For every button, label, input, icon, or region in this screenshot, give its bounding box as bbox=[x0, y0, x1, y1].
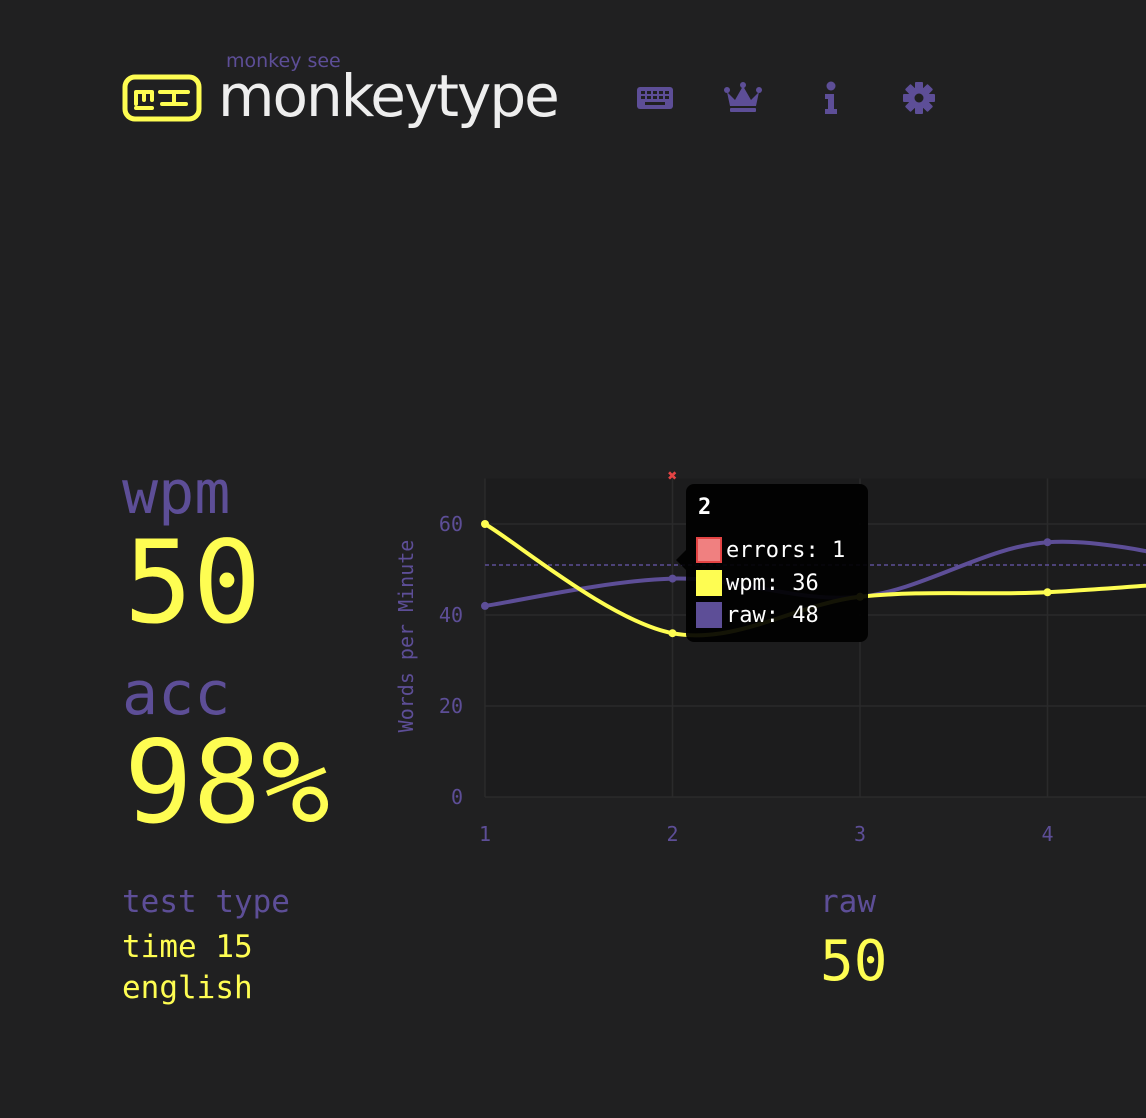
tooltip-row-raw: raw: 48 bbox=[696, 599, 819, 631]
x-tick-label: 4 bbox=[1041, 822, 1053, 846]
raw-label: raw bbox=[820, 884, 876, 920]
errors-swatch bbox=[696, 537, 722, 563]
acc-value: 98% bbox=[124, 716, 330, 849]
point-raw bbox=[481, 601, 489, 610]
tooltip-pointer bbox=[676, 550, 686, 570]
gear-icon[interactable] bbox=[899, 78, 939, 118]
y-tick-label: 20 bbox=[439, 694, 463, 718]
test-type-language: english bbox=[122, 970, 253, 1006]
y-tick-label: 0 bbox=[451, 785, 463, 809]
acc-label: acc bbox=[122, 659, 231, 729]
info-icon[interactable] bbox=[811, 78, 851, 118]
test-type-label: test type bbox=[122, 884, 290, 920]
x-tick-label: 1 bbox=[479, 822, 491, 846]
tooltip-row-wpm: wpm: 36 bbox=[696, 567, 819, 599]
wpm-value: 50 bbox=[124, 516, 262, 649]
tooltip-errors-text: errors: 1 bbox=[726, 537, 846, 563]
tooltip-raw-text: raw: 48 bbox=[726, 602, 819, 628]
monkeytype-logo-icon[interactable] bbox=[122, 74, 202, 122]
y-tick-label: 60 bbox=[439, 512, 463, 536]
point-raw bbox=[1043, 538, 1052, 547]
keyboard-icon[interactable] bbox=[635, 78, 675, 118]
error-marker: ✖ bbox=[668, 466, 678, 485]
point-wpm bbox=[668, 629, 677, 638]
tooltip-row-errors: errors: 1 bbox=[696, 534, 845, 566]
point-raw bbox=[668, 574, 677, 583]
tooltip-title: 2 bbox=[698, 495, 712, 520]
raw-value: 50 bbox=[820, 929, 888, 994]
chart-tooltip: 2 errors: 1 wpm: 36 raw: 48 bbox=[676, 484, 868, 642]
raw-swatch bbox=[696, 602, 722, 628]
point-wpm bbox=[481, 520, 489, 528]
x-tick-label: 3 bbox=[854, 822, 866, 846]
y-axis-label: Words per Minute bbox=[394, 540, 418, 733]
tooltip-wpm-text: wpm: 36 bbox=[726, 570, 819, 596]
y-tick-label: 40 bbox=[439, 603, 463, 627]
x-tick-label: 2 bbox=[666, 822, 678, 846]
brand-name[interactable]: monkeytype bbox=[218, 56, 560, 136]
wpm-swatch bbox=[696, 570, 722, 596]
point-wpm bbox=[1043, 588, 1052, 597]
wpm-label: wpm bbox=[122, 458, 231, 528]
crown-icon[interactable] bbox=[723, 78, 763, 118]
test-type-mode: time 15 bbox=[122, 929, 253, 965]
